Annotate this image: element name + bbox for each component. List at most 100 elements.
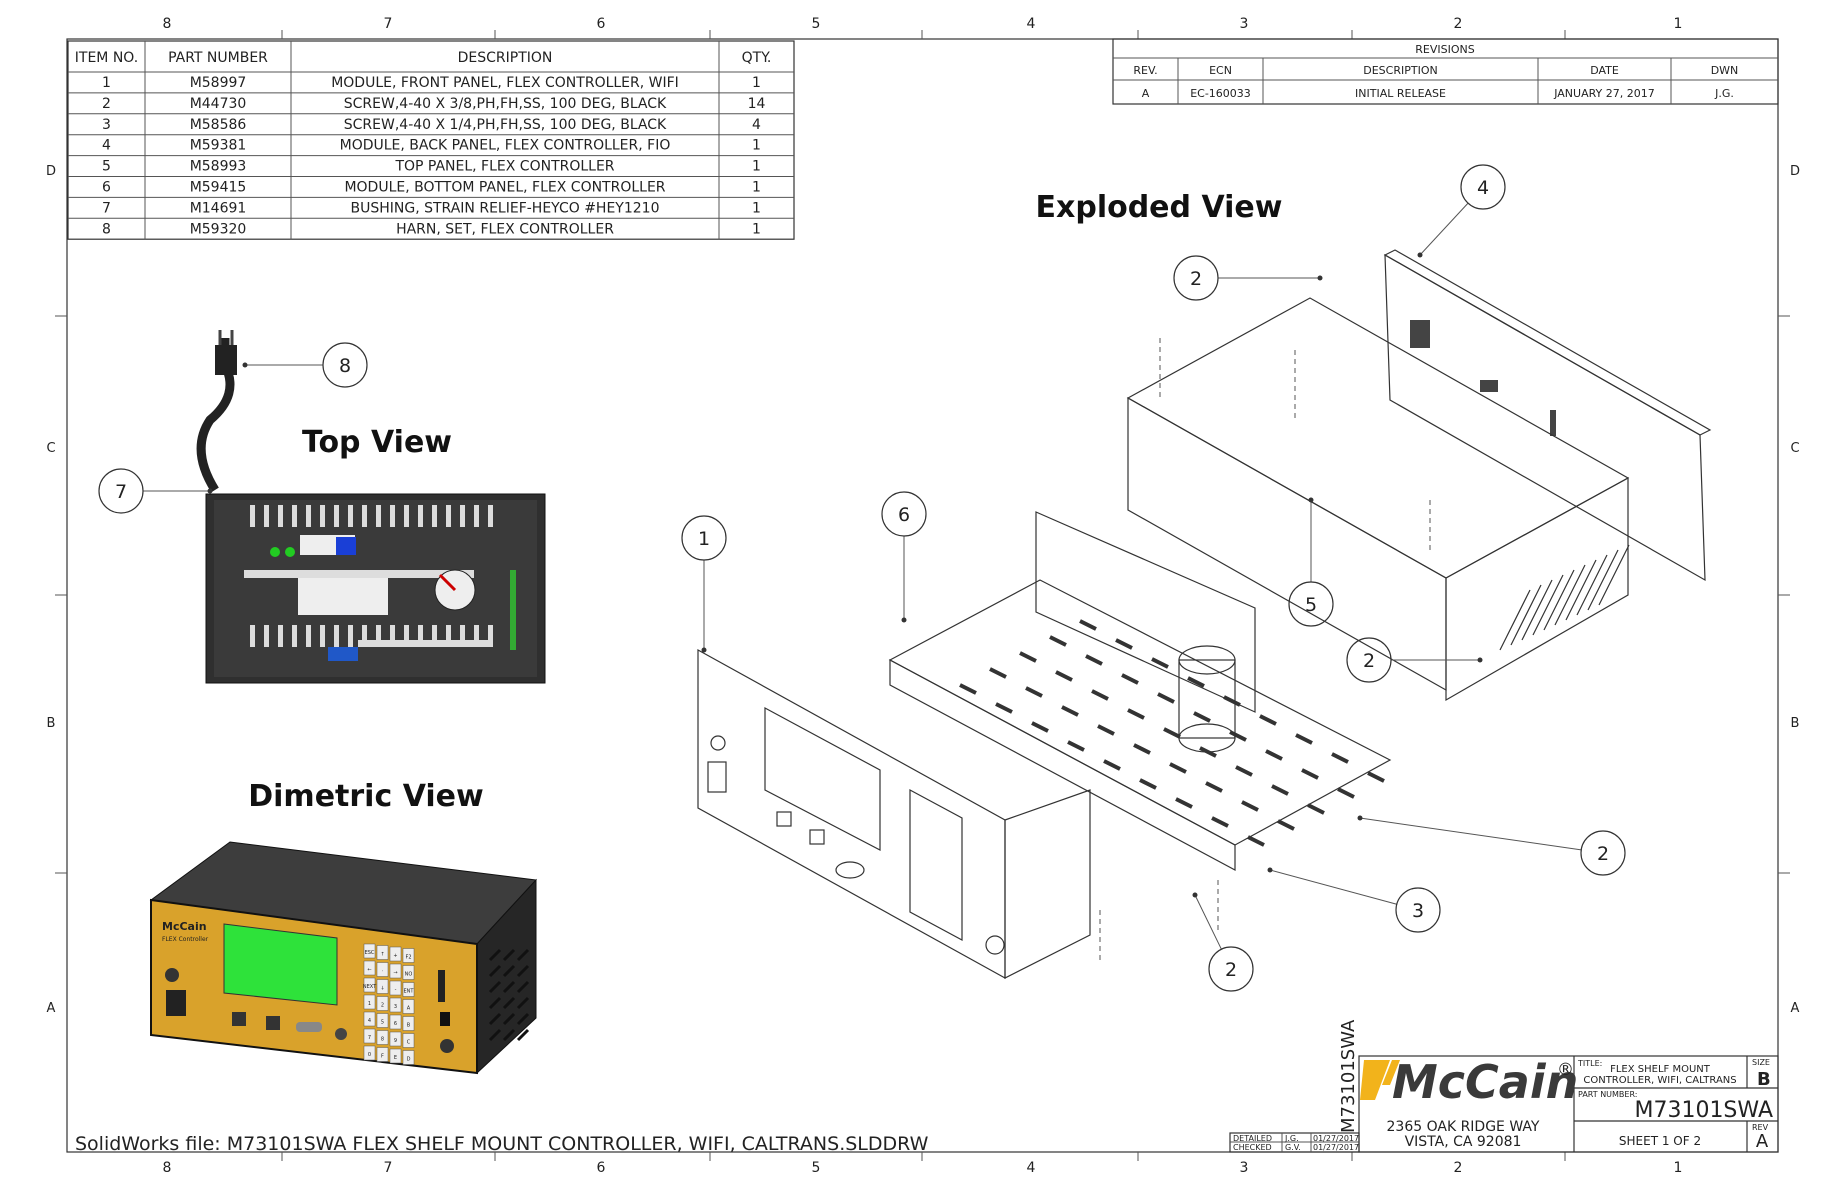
keypad-key-label: E [394, 1055, 397, 1061]
vent-slot [1205, 781, 1223, 793]
vent-slot [1543, 569, 1575, 631]
balloon-number: 5 [1305, 594, 1317, 616]
vent-slot [1229, 730, 1247, 742]
zone-column-label-bottom: 8 [163, 1160, 172, 1176]
balloon-number: 2 [1190, 268, 1202, 290]
vent-slot [1169, 762, 1187, 774]
item-balloon: 1 [681, 515, 727, 653]
keypad-key-label: NEXT [363, 984, 377, 990]
bom-cell: M58586 [190, 117, 247, 133]
zone-column-label-top: 3 [1240, 16, 1249, 32]
vent-slot [1061, 705, 1079, 717]
bom-cell: HARN, SET, FLEX CONTROLLER [396, 221, 614, 237]
vent-slot [1055, 670, 1073, 682]
keypad-key-label: 6 [394, 1021, 397, 1027]
vent-slot [1067, 740, 1085, 752]
item-balloon: 8 [242, 342, 368, 388]
title-line-2: CONTROLLER, WIFI, CALTRANS [1583, 1075, 1736, 1086]
revisions-cell: INITIAL RELEASE [1355, 87, 1446, 100]
device-brand: McCain [162, 920, 207, 933]
vent-slot [1097, 724, 1115, 736]
bom-cell: SCREW,4-40 X 1/4,PH,FH,SS, 100 DEG, BLAC… [344, 117, 667, 133]
zone-row-label-right: B [1791, 716, 1800, 731]
item-balloon: 2 [1173, 255, 1323, 301]
keypad-key-label: ↑ [380, 952, 384, 958]
vertical-part-number: M73101SWA [1338, 1019, 1359, 1133]
vent-slot [1277, 819, 1295, 831]
top-view-drawing [196, 330, 546, 684]
vent-slot [1271, 784, 1289, 796]
bom-cell: M59381 [190, 138, 247, 154]
bom-cell: 1 [752, 180, 761, 196]
leader-arrow [701, 647, 707, 653]
keypad-key-label: B [407, 1023, 411, 1029]
zone-column-label-top: 2 [1454, 16, 1463, 32]
vent-slot [334, 505, 339, 527]
vent-slot [1133, 743, 1151, 755]
vent-slot [1163, 727, 1181, 739]
bom-cell: M44730 [190, 96, 247, 112]
bom-cell: 1 [102, 75, 111, 91]
keypad-key-label: 9 [394, 1038, 397, 1044]
bom-row: 4 M59381 MODULE, BACK PANEL, FLEX CONTROLL… [102, 138, 761, 154]
leader-arrow [242, 362, 248, 368]
bom-cell: M58993 [190, 159, 247, 175]
exploded-view-title: Exploded View [1036, 190, 1283, 225]
vent-slot [376, 505, 381, 527]
logo-text: McCain [1392, 1055, 1578, 1109]
bom-row: 3 M58586 SCREW,4-40 X 1/4,PH,FH,SS, 100 DE… [102, 117, 761, 133]
zone-row-label-right: C [1790, 441, 1799, 456]
vent-slot [390, 505, 395, 527]
bom-cell: 7 [102, 200, 111, 216]
dimetric-view-drawing: McCain FLEX Controller ESC ↑ + F2← · → NONEXT ↓… [149, 841, 538, 1075]
vent-slot [306, 625, 311, 647]
revisions-header-cell: DWN [1711, 64, 1739, 77]
vent-slot [320, 505, 325, 527]
bom-header-cell: PART NUMBER [168, 50, 268, 66]
vent-slot [264, 505, 269, 527]
zone-row-label-right: A [1791, 1001, 1800, 1016]
address-line-1: 2365 OAK RIDGE WAY [1387, 1119, 1540, 1135]
bom-cell: 1 [752, 221, 761, 237]
zone-column-label-bottom: 1 [1674, 1160, 1683, 1176]
bom-cell: 3 [102, 117, 111, 133]
bom-row: 8 M59320 HARN, SET, FLEX CONTROLLER 1 [102, 221, 761, 237]
vent-slot [1532, 574, 1564, 636]
bom-cell: 1 [752, 200, 761, 216]
keypad-key-label: A [407, 1006, 411, 1012]
bom-cell: BUSHING, STRAIN RELIEF-HEYCO #HEY1210 [351, 200, 660, 216]
vent-slot [989, 667, 1007, 679]
leader-arrow [1477, 657, 1483, 663]
vent-slot [320, 625, 325, 647]
vent-slot [1598, 544, 1630, 606]
vent-slot [1367, 771, 1385, 783]
keypad-key-label: ← [367, 967, 371, 973]
vent-slot [250, 505, 255, 527]
keypad-key-label: 1 [368, 1001, 371, 1007]
vent-slot [1565, 559, 1597, 621]
zone-column-label-top: 8 [163, 16, 172, 32]
keypad-key-label: ESC [365, 950, 375, 956]
detailed-label: DETAILED [1233, 1134, 1272, 1143]
vent-slot [446, 505, 451, 527]
zone-row-label-left: D [46, 164, 56, 179]
vent-slot [1211, 816, 1229, 828]
balloon-number: 3 [1412, 900, 1424, 922]
title-label: TITLE: [1577, 1059, 1602, 1068]
vent-slot [995, 702, 1013, 714]
vent-slot [1554, 564, 1586, 626]
revisions-header-cell: DATE [1590, 64, 1619, 77]
solidworks-file-name: SolidWorks file: M73101SWA FLEX SHELF MO… [75, 1133, 929, 1155]
checked-by: G.V. [1285, 1143, 1301, 1152]
bom-cell: 4 [102, 138, 111, 154]
leader-arrow [1192, 892, 1198, 898]
zone-row-label-left: B [47, 716, 56, 731]
balloon-number: 2 [1363, 650, 1375, 672]
vent-slot [1091, 689, 1109, 701]
vent-slot [488, 505, 493, 527]
balloon-number: 1 [698, 528, 710, 550]
revisions-cell: JANUARY 27, 2017 [1553, 87, 1655, 100]
item-balloon: 6 [881, 491, 927, 623]
balloon-number: 7 [115, 481, 127, 503]
title-block: McCain ® 2365 OAK RIDGE WAY VISTA, CA 92… [1229, 1019, 1779, 1153]
